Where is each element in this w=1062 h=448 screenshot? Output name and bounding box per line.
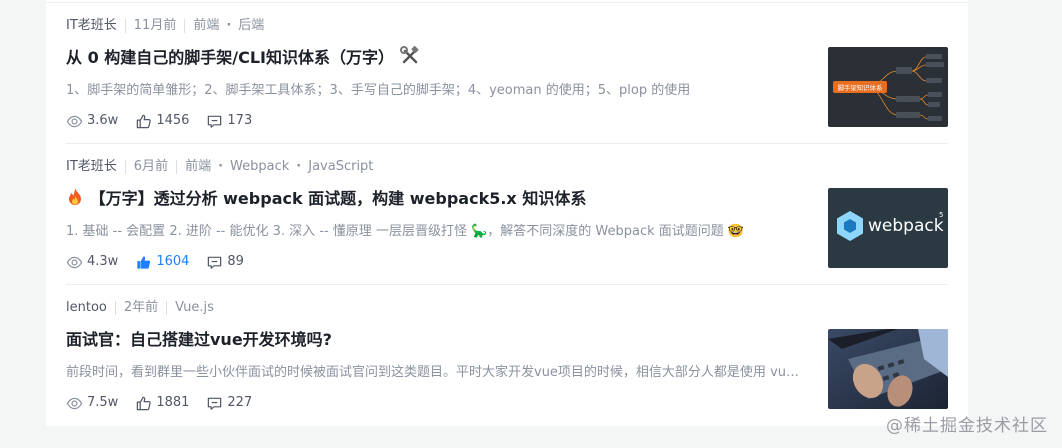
meta-divider xyxy=(166,301,168,315)
article-actions: 7.5w 1881 227 xyxy=(66,393,269,413)
article-title-text: 从 0 构建自己的脚手架/CLI知识体系（万字） xyxy=(66,48,395,67)
comment-count-value: 173 xyxy=(227,113,253,128)
view-count-value: 4.3w xyxy=(87,254,119,269)
article-abstract[interactable]: 1、脚手架的简单雏形；2、脚手架工具体系；3、手写自己的脚手架；4、yeoman… xyxy=(66,81,806,101)
view-count: 7.5w xyxy=(66,393,118,413)
article-abstract[interactable]: 1. 基础 -- 会配置 2. 进阶 -- 能优化 3. 深入 -- 懂原理 一… xyxy=(66,222,806,242)
tag-separator: · xyxy=(218,159,224,174)
author-name[interactable]: IT老班长 xyxy=(66,157,117,177)
eye-icon xyxy=(66,256,83,268)
comment-button[interactable]: 227 xyxy=(206,393,252,413)
tag-link[interactable]: 后端 xyxy=(238,16,264,36)
like-count-value: 1604 xyxy=(156,254,190,269)
author-name[interactable]: lentoo xyxy=(66,298,107,318)
view-count-value: 7.5w xyxy=(87,395,119,410)
watermark: @稀土掘金技术社区 xyxy=(886,416,1048,436)
like-button[interactable]: 1456 xyxy=(135,111,189,131)
thumbs-up-icon xyxy=(137,396,152,410)
comment-icon xyxy=(208,397,222,410)
article-item[interactable]: IT老班长 6月前 前端 · Webpack · JavaScript 【万字】… xyxy=(66,144,948,285)
thumbnail-caption: 脚手架知识体系 xyxy=(838,83,883,92)
like-button[interactable]: 1881 xyxy=(135,393,189,413)
tag-separator: · xyxy=(296,159,302,174)
thumbnail-superscript: 5 xyxy=(939,211,943,219)
article-list: IT老班长 11月前 前端 · 后端 从 0 构建自己的脚手架/CLI知识体系（… xyxy=(46,0,968,426)
view-count: 3.6w xyxy=(66,111,118,131)
article-title[interactable]: 【万字】透过分析 webpack 面试题，构建 webpack5.x 知识体系 xyxy=(66,187,586,214)
view-count-value: 3.6w xyxy=(87,113,119,128)
meta-divider xyxy=(176,160,178,174)
meta-divider xyxy=(184,19,186,33)
fire-icon xyxy=(66,187,84,214)
article-actions: 4.3w 1604 89 xyxy=(66,252,261,272)
mind-map-thumbnail[interactable]: 脚手架知识体系 xyxy=(828,47,948,127)
publish-time: 11月前 xyxy=(133,18,177,33)
article-title[interactable]: 从 0 构建自己的脚手架/CLI知识体系（万字） xyxy=(66,46,420,73)
eye-icon xyxy=(66,115,83,127)
comment-button[interactable]: 89 xyxy=(206,252,244,272)
like-count-value: 1456 xyxy=(156,113,190,128)
webpack-logo-thumbnail[interactable]: webpack 5 xyxy=(828,188,948,268)
publish-time: 6月前 xyxy=(133,159,169,174)
tag-link[interactable]: JavaScript xyxy=(308,157,373,177)
publish-time: 2年前 xyxy=(123,300,159,315)
tag-link[interactable]: Vue.js xyxy=(175,298,214,318)
article-abstract[interactable]: 前段时间，看到群里一些小伙伴面试的时候被面试官问到这类题目。平时大家开发vue项… xyxy=(66,363,806,383)
comment-count-value: 89 xyxy=(227,254,244,269)
like-button[interactable]: 1604 xyxy=(135,252,189,272)
thumbnail-caption: webpack xyxy=(868,216,944,236)
laptop-photo-thumbnail[interactable] xyxy=(828,329,948,409)
article-actions: 3.6w 1456 173 xyxy=(66,111,269,131)
tag-link[interactable]: 前端 xyxy=(193,16,219,36)
article-item[interactable]: lentoo 2年前 Vue.js 面试官：自己搭建过vue开发环境吗? 前段时… xyxy=(66,285,948,426)
article-meta: IT老班长 6月前 前端 · Webpack · JavaScript xyxy=(66,157,373,177)
eye-icon xyxy=(66,397,83,409)
meta-divider xyxy=(114,301,116,315)
tag-separator: · xyxy=(226,18,232,33)
thumbs-up-icon xyxy=(137,114,152,128)
comment-count-value: 227 xyxy=(227,395,253,410)
meta-divider xyxy=(124,19,126,33)
article-title-text: 【万字】透过分析 webpack 面试题，构建 webpack5.x 知识体系 xyxy=(89,189,587,208)
author-name[interactable]: IT老班长 xyxy=(66,16,117,36)
comment-icon xyxy=(208,256,222,269)
article-meta: lentoo 2年前 Vue.js xyxy=(66,298,214,318)
like-count-value: 1881 xyxy=(156,395,190,410)
tag-link[interactable]: 前端 xyxy=(185,157,211,177)
article-title-text: 面试官：自己搭建过vue开发环境吗? xyxy=(66,330,332,349)
comment-icon xyxy=(208,115,222,128)
comment-button[interactable]: 173 xyxy=(206,111,252,131)
tag-link[interactable]: Webpack xyxy=(230,157,289,177)
hammer-wrench-icon xyxy=(399,46,420,73)
view-count: 4.3w xyxy=(66,252,118,272)
article-item[interactable]: IT老班长 11月前 前端 · 后端 从 0 构建自己的脚手架/CLI知识体系（… xyxy=(66,3,948,144)
article-meta: IT老班长 11月前 前端 · 后端 xyxy=(66,16,264,36)
article-title[interactable]: 面试官：自己搭建过vue开发环境吗? xyxy=(66,328,332,352)
meta-divider xyxy=(124,160,126,174)
thumbs-up-filled-icon xyxy=(137,255,151,269)
